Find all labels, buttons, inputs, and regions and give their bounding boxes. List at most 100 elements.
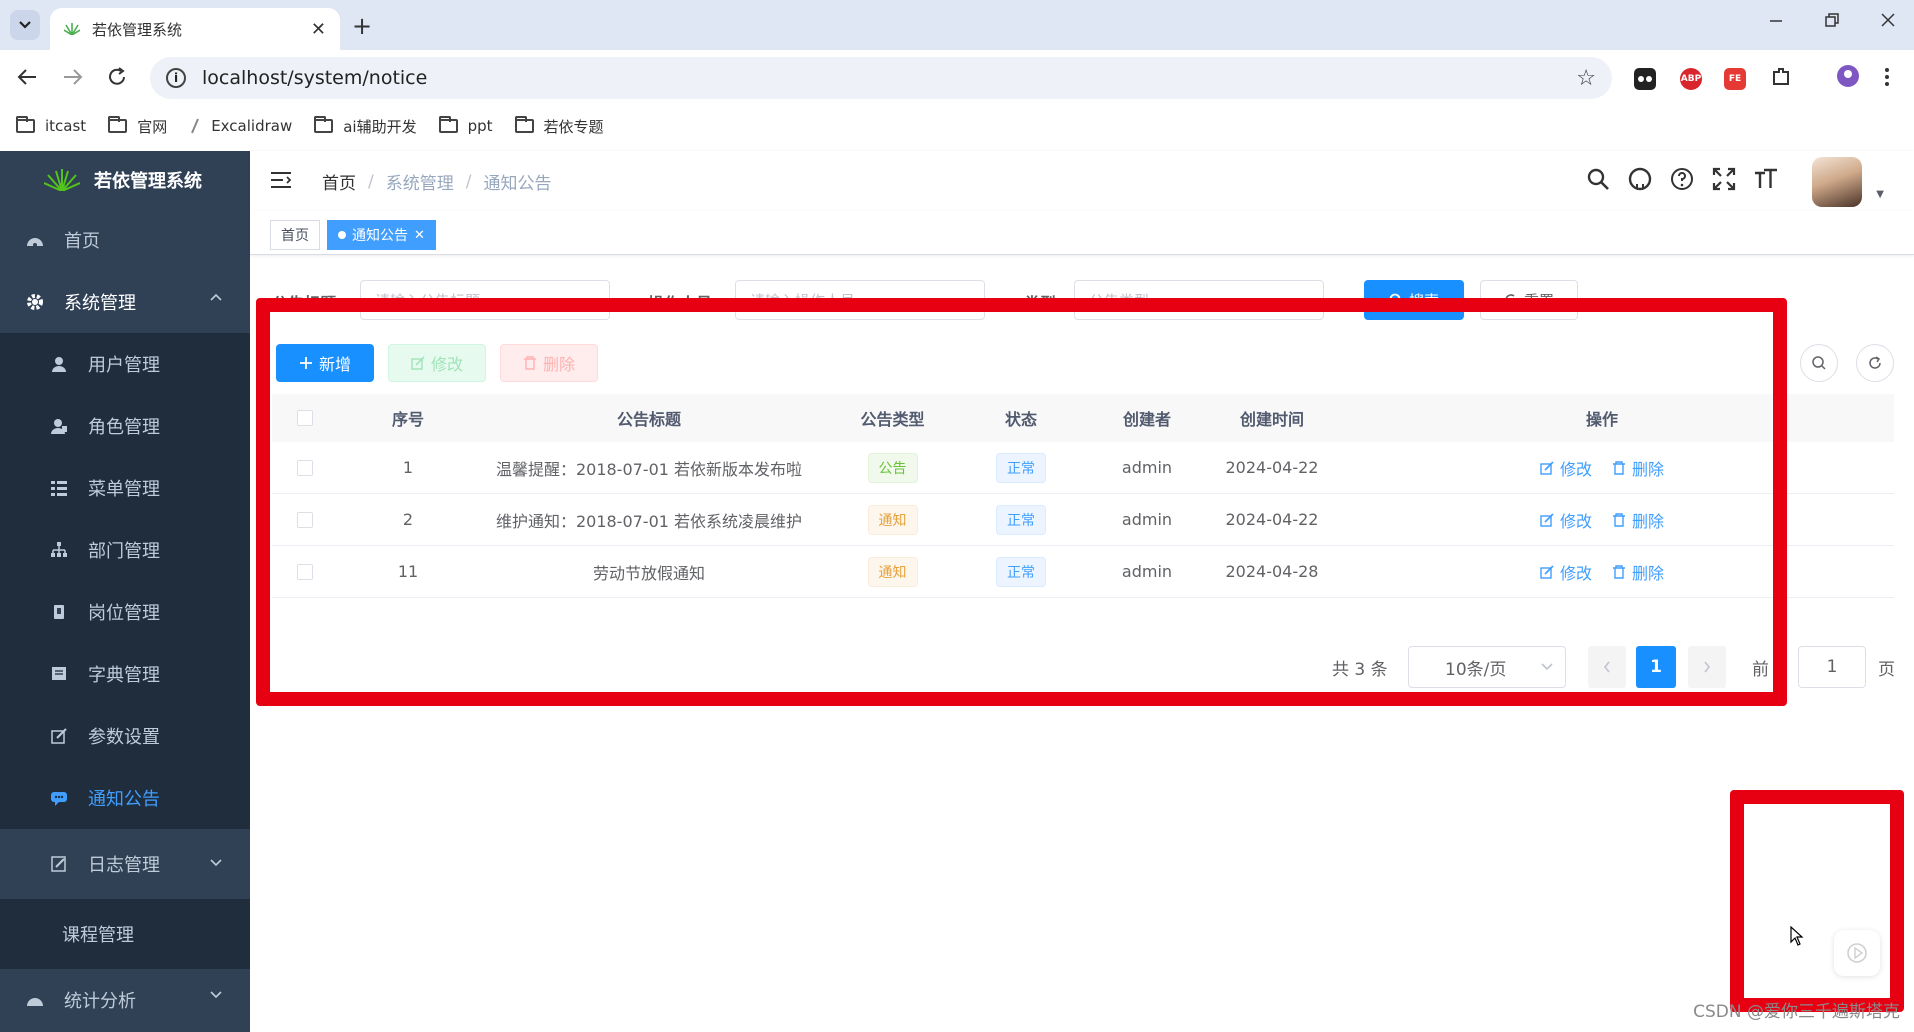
sidebar-item-log[interactable]: 日志管理 (0, 829, 250, 899)
prev-page-button[interactable] (1588, 646, 1626, 688)
site-info-icon[interactable]: i (166, 68, 186, 88)
fullscreen-icon[interactable] (1712, 167, 1736, 191)
tag-home[interactable]: 首页 (270, 220, 320, 250)
type-tag: 公告 (867, 452, 918, 483)
row-edit-button[interactable]: 修改 (1540, 508, 1592, 532)
pagination-total: 共 3 条 (1332, 659, 1388, 680)
close-window-icon[interactable] (1880, 12, 1896, 28)
chevron-down-icon (1541, 663, 1553, 671)
plus-icon (299, 356, 313, 370)
row-delete-button[interactable]: 删除 (1612, 456, 1664, 480)
puzzle-extensions-icon[interactable] (1770, 66, 1792, 88)
sidebar-item-menu[interactable]: 菜单管理 (0, 457, 250, 519)
bookmark-star-icon[interactable]: ☆ (1576, 66, 1596, 91)
chevron-down-icon (210, 859, 222, 867)
sidebar-logo[interactable]: 若依管理系统 (0, 151, 250, 209)
row-checkbox[interactable] (297, 511, 313, 528)
tag-notice[interactable]: 通知公告 ✕ (327, 220, 436, 250)
watermark-text: CSDN @爱你三千遍斯塔克 (1693, 1002, 1900, 1022)
cell-time: 2024-04-22 (1225, 510, 1319, 529)
font-size-icon[interactable] (1754, 167, 1778, 191)
row-edit-button[interactable]: 修改 (1540, 560, 1592, 584)
refresh-button[interactable] (1856, 344, 1894, 382)
extension-mask-icon[interactable] (1634, 68, 1656, 90)
forward-arrow-icon[interactable] (62, 66, 84, 88)
search-icon[interactable] (1586, 167, 1610, 191)
bookmark-ppt[interactable]: ppt (438, 116, 493, 135)
hamburger-icon[interactable] (270, 171, 292, 189)
page-size-select[interactable]: 10条/页 (1408, 646, 1566, 688)
next-page-button[interactable] (1688, 646, 1726, 688)
folder-icon (514, 116, 534, 133)
edit-button[interactable]: 修改 (388, 344, 486, 382)
avatar[interactable] (1812, 157, 1862, 207)
kebab-menu-icon[interactable] (1884, 66, 1890, 88)
status-tag: 正常 (996, 556, 1046, 587)
cell-index: 11 (397, 562, 419, 581)
sidebar-item-role[interactable]: 角色管理 (0, 395, 250, 457)
title-input[interactable]: 请输入公告标题 (360, 280, 610, 320)
operator-label: 操作人员 (648, 294, 713, 313)
gear-icon (26, 293, 44, 311)
sidebar-item-post[interactable]: 岗位管理 (0, 581, 250, 643)
bookmark-itcast[interactable]: itcast (16, 116, 86, 135)
close-tab-icon[interactable]: ✕ (311, 19, 326, 40)
bookmark-ai-dev[interactable]: ai辅助开发 (314, 116, 417, 137)
header-title: 公告标题 (616, 410, 681, 429)
cell-title: 劳动节放假通知 (592, 563, 705, 583)
toggle-search-button[interactable] (1800, 344, 1838, 382)
minimize-icon[interactable] (1768, 12, 1784, 28)
new-tab-button[interactable]: + (352, 12, 372, 40)
adblock-extension-icon[interactable]: ABP (1680, 68, 1702, 90)
browser-tab-strip: 若依管理系统 ✕ + (0, 0, 1914, 50)
type-select[interactable]: 公告类型 (1074, 280, 1324, 320)
delete-button[interactable]: 删除 (500, 344, 598, 382)
row-checkbox[interactable] (297, 563, 313, 580)
title-label: 公告标题 (272, 294, 337, 313)
reload-icon[interactable] (106, 66, 128, 88)
add-button[interactable]: 新增 (276, 344, 374, 382)
bookmark-ruoyi[interactable]: 若依专题 (514, 116, 604, 137)
tab-search-button[interactable] (10, 10, 40, 40)
folder-icon (16, 116, 35, 133)
sidebar-item-course[interactable]: 课程管理 (0, 899, 250, 969)
sidebar-item-home[interactable]: 首页 (0, 209, 250, 271)
fe-extension-icon[interactable]: FE (1724, 68, 1746, 90)
sidebar-item-notice[interactable]: 通知公告 (0, 767, 250, 829)
search-button[interactable]: 搜索 (1364, 280, 1464, 320)
row-delete-button[interactable]: 删除 (1612, 560, 1664, 584)
url-text: localhost/system/notice (202, 67, 428, 89)
app-navbar: 首页 / 系统管理 / 通知公告 ▼ (250, 151, 1914, 211)
reset-button[interactable]: 重置 (1480, 280, 1578, 320)
play-button[interactable] (1834, 930, 1880, 976)
sidebar-title: 若依管理系统 (94, 171, 202, 192)
url-bar[interactable]: i localhost/system/notice ☆ (150, 57, 1612, 99)
question-icon[interactable] (1670, 167, 1694, 191)
bookmarks-bar: itcast 官网 Excalidraw ai辅助开发 ppt 若依专题 (0, 106, 1914, 146)
browser-tab[interactable]: 若依管理系统 ✕ (50, 8, 340, 50)
github-icon[interactable] (1628, 167, 1652, 191)
restore-icon[interactable] (1824, 12, 1840, 28)
sidebar-item-system[interactable]: 系统管理 (0, 271, 250, 333)
sidebar-item-user[interactable]: 用户管理 (0, 333, 250, 395)
row-checkbox[interactable] (297, 459, 313, 476)
bookmark-official[interactable]: 官网 (108, 116, 167, 137)
caret-down-icon[interactable]: ▼ (1876, 189, 1884, 200)
type-label: 类型 (1024, 294, 1057, 313)
breadcrumb-home[interactable]: 首页 (322, 169, 356, 194)
goto-page-input[interactable]: 1 (1798, 646, 1866, 688)
sidebar-item-dept[interactable]: 部门管理 (0, 519, 250, 581)
sidebar-item-stats[interactable]: 统计分析 (0, 969, 250, 1031)
row-edit-button[interactable]: 修改 (1540, 456, 1592, 480)
cell-creator: admin (1121, 458, 1173, 477)
page-1-button[interactable]: 1 (1636, 646, 1676, 688)
sidebar-item-config[interactable]: 参数设置 (0, 705, 250, 767)
bookmark-excalidraw[interactable]: Excalidraw (189, 117, 292, 135)
status-tag: 正常 (996, 504, 1046, 535)
profile-icon[interactable] (1836, 64, 1860, 88)
close-tag-icon[interactable]: ✕ (414, 228, 425, 243)
row-delete-button[interactable]: 删除 (1612, 508, 1664, 532)
select-all-checkbox[interactable] (297, 410, 313, 426)
operator-input[interactable]: 请输入操作人员 (735, 280, 985, 320)
back-arrow-icon[interactable] (16, 66, 38, 88)
